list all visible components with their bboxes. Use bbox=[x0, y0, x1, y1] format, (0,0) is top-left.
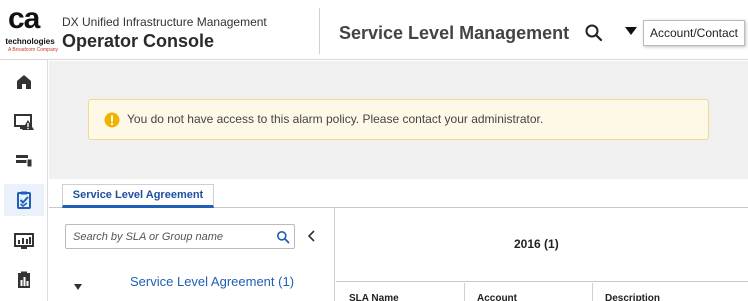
tree-item-sla[interactable]: Service Level Agreement (1) bbox=[130, 274, 294, 289]
column-header-sla-name[interactable]: SLA Name bbox=[349, 293, 399, 301]
logo-wordmark: technologies bbox=[5, 37, 55, 46]
caret-down-icon[interactable] bbox=[622, 24, 640, 38]
warning-icon bbox=[104, 112, 120, 128]
home-icon bbox=[17, 75, 31, 89]
chevron-left-icon[interactable] bbox=[305, 228, 319, 244]
nav-alarms[interactable] bbox=[4, 106, 44, 138]
tab-service-level-agreement[interactable]: Service Level Agreement bbox=[62, 184, 214, 208]
sla-search-box bbox=[65, 224, 295, 249]
header-divider bbox=[319, 8, 320, 54]
column-divider bbox=[592, 283, 593, 301]
sla-search-input[interactable] bbox=[66, 225, 266, 248]
devices-icon bbox=[16, 155, 33, 168]
search-icon[interactable] bbox=[276, 230, 290, 244]
account-contact-button[interactable]: Account/Contact bbox=[643, 20, 745, 46]
nav-home[interactable] bbox=[4, 66, 44, 98]
nav-reports[interactable] bbox=[4, 264, 44, 296]
nav-inventory[interactable] bbox=[4, 144, 44, 176]
search-icon[interactable] bbox=[584, 23, 604, 43]
nav-dashboards[interactable] bbox=[4, 224, 44, 256]
app-title: Operator Console bbox=[62, 31, 215, 51]
left-nav bbox=[0, 60, 48, 301]
monitor-alert-icon bbox=[14, 114, 34, 130]
column-divider bbox=[464, 283, 465, 301]
access-warning-banner: You do not have access to this alarm pol… bbox=[88, 99, 709, 140]
reports-icon bbox=[18, 271, 30, 288]
ca-logo: ca technologies A Broadcom Company bbox=[4, 2, 58, 56]
column-header-description[interactable]: Description bbox=[605, 293, 660, 301]
caret-down-icon[interactable] bbox=[73, 278, 83, 290]
column-header-account[interactable]: Account bbox=[477, 293, 517, 301]
app-header: ca technologies A Broadcom Company DX Un… bbox=[0, 0, 748, 60]
app-subtitle: DX Unified Infrastructure Management bbox=[62, 15, 267, 29]
alert-message: You do not have access to this alarm pol… bbox=[127, 112, 544, 126]
page-title: Service Level Management bbox=[339, 23, 570, 43]
clipboard-check-icon bbox=[17, 191, 31, 209]
logo-tagline: A Broadcom Company bbox=[7, 47, 59, 53]
logo-mark: ca bbox=[8, 2, 40, 35]
year-group-label: 2016 (1) bbox=[514, 237, 559, 251]
dashboard-icon bbox=[14, 233, 34, 249]
nav-slm[interactable] bbox=[4, 184, 44, 216]
